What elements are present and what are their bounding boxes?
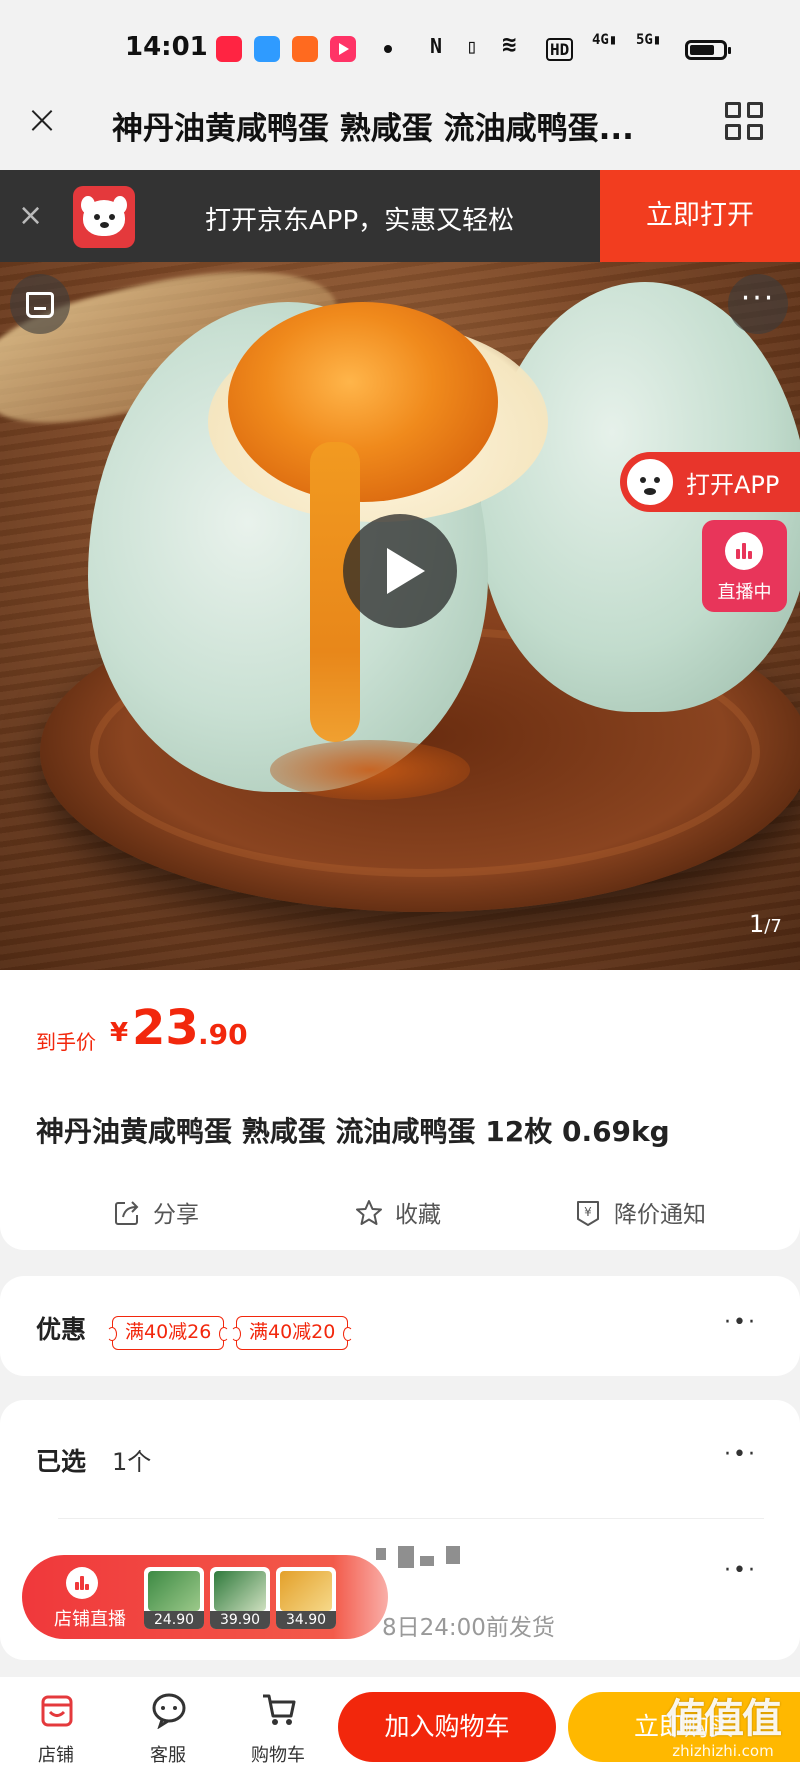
battery-icon — [685, 40, 731, 60]
product-thumbnail — [280, 1571, 332, 1611]
signal-5g-icon: 5G▮ — [636, 32, 662, 48]
more-dots-icon: ·•· — [724, 1310, 757, 1335]
signal-4g-icon: 4G▮ — [592, 32, 618, 48]
open-app-label: 打开APP — [686, 471, 780, 499]
wifi-icon: ≋ — [502, 30, 517, 58]
live-streaming-badge[interactable]: 直播中 — [702, 520, 787, 612]
home-icon — [26, 292, 54, 318]
final-price-label: 到手价 — [36, 1030, 96, 1054]
star-icon — [356, 1200, 382, 1225]
currency-symbol: ¥ — [110, 1018, 129, 1048]
share-icon — [115, 1201, 139, 1225]
price-alert-button[interactable]: ¥ 降价通知 — [574, 1195, 724, 1231]
site-watermark: 值值值 zhizhizhi.com — [666, 1696, 782, 1760]
live-product-thumb[interactable]: 24.90 — [144, 1567, 204, 1629]
offers-card[interactable]: 优惠 满40减26 满40减20 ·•· — [0, 1276, 800, 1376]
customer-service-tab[interactable]: 客服 — [128, 1687, 208, 1771]
live-product-thumb[interactable]: 39.90 — [210, 1567, 270, 1629]
shop-tab[interactable]: 店铺 — [16, 1687, 96, 1771]
open-app-pill[interactable]: 打开APP — [620, 452, 800, 512]
add-to-cart-button[interactable]: 加入购物车 — [338, 1692, 556, 1762]
status-time: 14:01 — [125, 32, 208, 62]
banner-close-icon[interactable]: × — [18, 196, 43, 236]
live-bars-icon — [725, 532, 763, 570]
product-thumbnail — [148, 1571, 200, 1611]
more-dots-icon: ·•· — [724, 1442, 757, 1467]
offers-label: 优惠 — [36, 1315, 87, 1344]
coupon-tag[interactable]: 满40减26 — [106, 1316, 230, 1350]
thumb-price: 34.90 — [276, 1611, 336, 1629]
title-bar: × 神丹油黄咸鸭蛋 熟咸蛋 流油咸鸭蛋... — [0, 88, 800, 170]
play-icon — [387, 548, 425, 594]
image-counter: 1/7 — [749, 910, 782, 938]
price-decimal: .90 — [198, 1018, 248, 1051]
price-drop-icon: ¥ — [577, 1201, 599, 1226]
live-product-thumb[interactable]: 34.90 — [276, 1567, 336, 1629]
notification-dot — [384, 45, 392, 53]
hd-icon: HD — [546, 38, 574, 61]
open-now-button[interactable]: 立即打开 — [600, 170, 800, 262]
jd-dog-icon — [624, 456, 676, 508]
product-name: 神丹油黄咸鸭蛋 熟咸蛋 流油咸鸭蛋 12枚 0.69kg — [36, 1115, 670, 1148]
nfc-icon: N — [430, 34, 443, 58]
jd-mascot-logo — [73, 186, 135, 248]
vibrate-icon: ▯ — [466, 34, 479, 58]
open-app-banner: × 打开京东APP，实惠又轻松 立即打开 — [0, 170, 800, 262]
coupon-tag[interactable]: 满40减20 — [230, 1316, 354, 1350]
selected-label: 已选 — [36, 1447, 87, 1476]
more-dots-icon: ·•· — [724, 1558, 757, 1583]
price-card: 到手价 ¥ 23 .90 神丹油黄咸鸭蛋 熟咸蛋 流油咸鸭蛋 12枚 0.69k… — [0, 970, 800, 1250]
store-live-label: 店铺直播 — [54, 1609, 126, 1630]
shopping-cart-icon — [263, 1694, 296, 1725]
play-video-button[interactable] — [343, 514, 457, 628]
favorite-button[interactable]: 收藏 — [355, 1195, 455, 1231]
status-bar: 14:01 N ▯ ≋ HD 4G▮ 5G▮ — [0, 0, 800, 88]
more-options-button[interactable]: ··· — [728, 274, 788, 334]
store-icon — [41, 1695, 73, 1727]
product-thumbnail — [214, 1571, 266, 1611]
price-integer: 23 — [132, 1000, 199, 1056]
cart-tab[interactable]: 购物车 — [238, 1687, 318, 1771]
live-label: 直播中 — [717, 582, 772, 603]
grid-menu-icon[interactable] — [725, 102, 765, 142]
xiaohongshu-app-icon — [216, 36, 242, 62]
home-button[interactable] — [10, 274, 70, 334]
product-image-carousel[interactable]: ··· 打开APP 直播中 1/7 — [0, 262, 800, 970]
banner-text: 打开京东APP，实惠又轻松 — [205, 206, 515, 236]
orange-app-icon — [292, 36, 318, 62]
video-app-icon — [330, 36, 356, 62]
svg-text:¥: ¥ — [584, 1205, 592, 1219]
egg-yolk — [228, 302, 498, 502]
close-icon[interactable]: × — [22, 100, 62, 140]
ship-date-text: 8日24:00前发货 — [382, 1615, 555, 1641]
live-bars-icon — [66, 1567, 98, 1599]
store-live-pill[interactable]: 店铺直播 24.90 39.90 34.90 — [22, 1555, 388, 1639]
thumb-price: 39.90 — [210, 1611, 270, 1629]
selected-value: 1个 — [112, 1448, 152, 1476]
thumb-price: 24.90 — [144, 1611, 204, 1629]
share-button[interactable]: 分享 — [113, 1195, 213, 1231]
blue-app-icon — [254, 36, 280, 62]
chat-service-icon — [152, 1693, 186, 1729]
page-title: 神丹油黄咸鸭蛋 熟咸蛋 流油咸鸭蛋... — [112, 111, 634, 147]
